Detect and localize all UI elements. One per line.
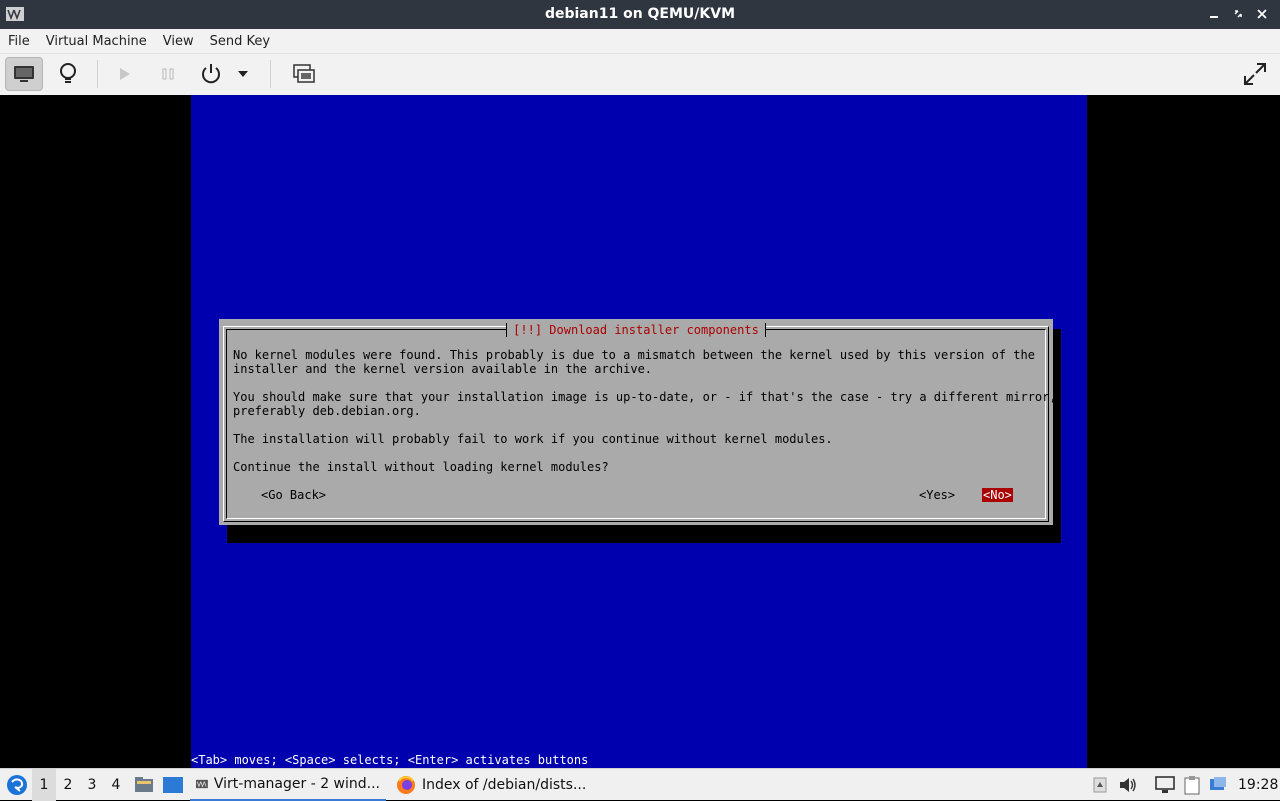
menu-bar: File Virtual Machine View Send Key [0,29,1280,54]
message-paragraph-3: The installation will probably fail to w… [233,432,833,446]
restore-icon[interactable] [1228,4,1248,24]
pause-button[interactable] [149,57,187,91]
go-back-button[interactable]: <Go Back> [261,488,326,502]
update-notifier-icon [1210,777,1226,790]
toolbar-separator [97,60,98,88]
menu-view[interactable]: View [155,34,202,49]
workspace-1[interactable]: 1 [32,769,56,801]
fullscreen-button[interactable] [1236,57,1274,91]
lxqt-logo-icon [7,775,27,795]
snapshots-icon [293,64,315,83]
volume-button[interactable] [1117,769,1139,801]
menu-virtual-machine[interactable]: Virtual Machine [38,34,155,49]
virt-manager-icon [196,779,208,789]
updates-button[interactable] [1207,769,1229,801]
message-paragraph-1: No kernel modules were found. This proba… [233,348,1035,376]
show-desktop-button[interactable] [161,769,185,801]
fullscreen-icon [1244,63,1266,85]
desktop-icon [163,777,183,793]
taskbar: 1 2 3 4 Virt-manager - 2 wind... Index o… [0,768,1280,801]
dialog-title: [!!] Download installer components [506,323,766,337]
workspace-3[interactable]: 3 [80,769,104,801]
play-icon [120,68,130,80]
installer-screen: [!!] Download installer components No ke… [191,95,1087,768]
tray-scroll-button[interactable] [1090,769,1110,801]
menu-file[interactable]: File [0,34,38,49]
task-label: Virt-manager - 2 wind... [213,776,380,792]
minimize-icon[interactable] [1204,4,1224,24]
keyboard-hint: <Tab> moves; <Space> selects; <Enter> ac… [191,753,589,767]
window-title: debian11 on QEMU/KVM [544,6,736,22]
clock[interactable]: 19:28 [1238,769,1278,801]
task-virt-manager[interactable]: Virt-manager - 2 wind... [190,769,386,801]
volume-icon [1120,778,1136,792]
no-button[interactable]: <No> [982,488,1013,502]
power-icon [202,64,220,84]
start-menu-button[interactable] [4,769,30,801]
file-manager-launcher[interactable] [133,769,155,801]
tray-arrow-icon [1093,777,1107,793]
task-label: Index of /debian/dists... [422,777,587,793]
installer-dialog: [!!] Download installer components No ke… [219,319,1057,525]
window-titlebar: debian11 on QEMU/KVM [0,0,1280,29]
vm-console[interactable]: [!!] Download installer components No ke… [0,95,1280,768]
yes-button[interactable]: <Yes> [919,488,955,502]
dropdown-arrow-icon [238,71,248,77]
lightbulb-icon [60,63,76,83]
question-text: Continue the install without loading ker… [233,460,609,474]
console-button[interactable] [5,57,43,91]
clipboard-button[interactable] [1181,769,1203,801]
folder-icon [135,777,153,792]
workspace-4[interactable]: 4 [104,769,128,801]
snapshots-button[interactable] [285,57,323,91]
firefox-icon [397,776,415,794]
message-paragraph-2: You should make sure that your installat… [233,390,1057,418]
toolbar-separator [270,60,271,88]
monitor-icon [14,66,34,82]
menu-send-key[interactable]: Send Key [202,34,278,49]
clipboard-icon [1184,776,1200,795]
details-button[interactable] [49,57,87,91]
toolbar [0,54,1280,96]
run-button[interactable] [105,57,143,91]
pause-icon [162,68,174,80]
network-button[interactable] [1154,769,1176,801]
close-icon[interactable] [1252,4,1272,24]
power-menu-button[interactable] [231,57,255,91]
network-icon [1155,776,1175,793]
power-button[interactable] [192,57,230,91]
task-firefox[interactable]: Index of /debian/dists... [390,769,602,801]
workspace-2[interactable]: 2 [56,769,80,801]
